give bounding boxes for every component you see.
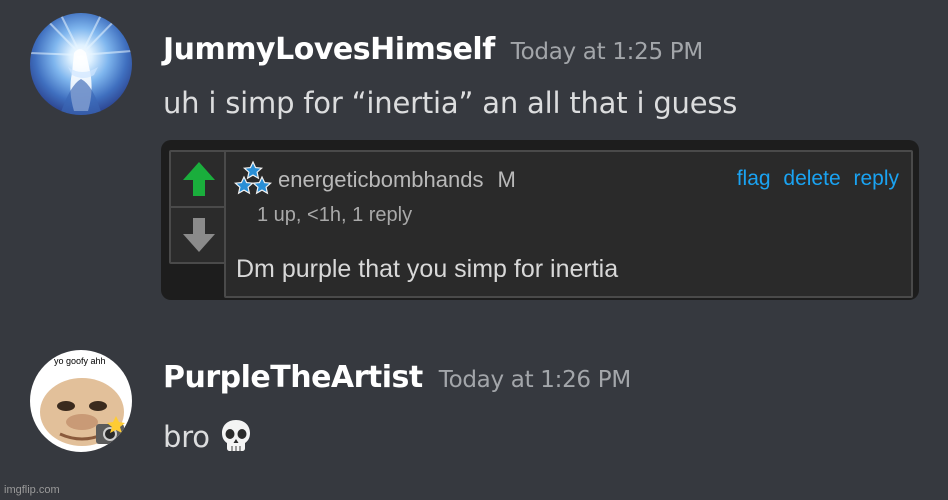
timestamp: Today at 1:26 PM [438,367,631,393]
comment-actions: flag delete reply [730,167,899,191]
downvote-arrow-icon [171,208,227,262]
message-header: PurpleTheArtist Today at 1:26 PM [163,360,631,395]
comment-box: energeticbombhands M flag delete reply 1 … [224,150,913,298]
avatar-caption: yo goofy ahh [54,356,106,366]
delete-link: delete [783,167,841,190]
message-header: JummyLovesHimself Today at 1:25 PM [163,32,703,67]
comment-username: energeticbombhands M [278,167,516,193]
user-avatar[interactable] [30,13,132,115]
message-text: bro [163,420,210,454]
comment-meta: 1 up, <1h, 1 reply [257,204,413,226]
skull-emoji-icon [220,419,252,460]
imgflip-watermark: imgflip.com [4,484,60,496]
glowing-figure-avatar-image [30,13,132,115]
timestamp: Today at 1:25 PM [510,39,703,65]
username[interactable]: JummyLovesHimself [163,32,495,67]
attached-image[interactable]: energeticbombhands M flag delete reply 1 … [161,140,919,300]
flag-link: flag [736,167,771,190]
reply-link: reply [853,167,899,190]
comment-flag-badge: M [497,167,516,192]
comment-username-text: energeticbombhands [278,167,484,192]
message-content: uh i simp for “inertia” an all that i gu… [163,86,738,120]
goofy-face-avatar-image: yo goofy ahh [30,350,132,452]
upvote-arrow-icon [171,152,227,206]
user-avatar[interactable]: yo goofy ahh [30,350,132,452]
comment-text: Dm purple that you simp for inertia [236,255,619,283]
message-content: bro [163,419,252,460]
username[interactable]: PurpleTheArtist [163,360,423,395]
stars-badge-icon [233,160,273,198]
vote-column [169,150,229,264]
